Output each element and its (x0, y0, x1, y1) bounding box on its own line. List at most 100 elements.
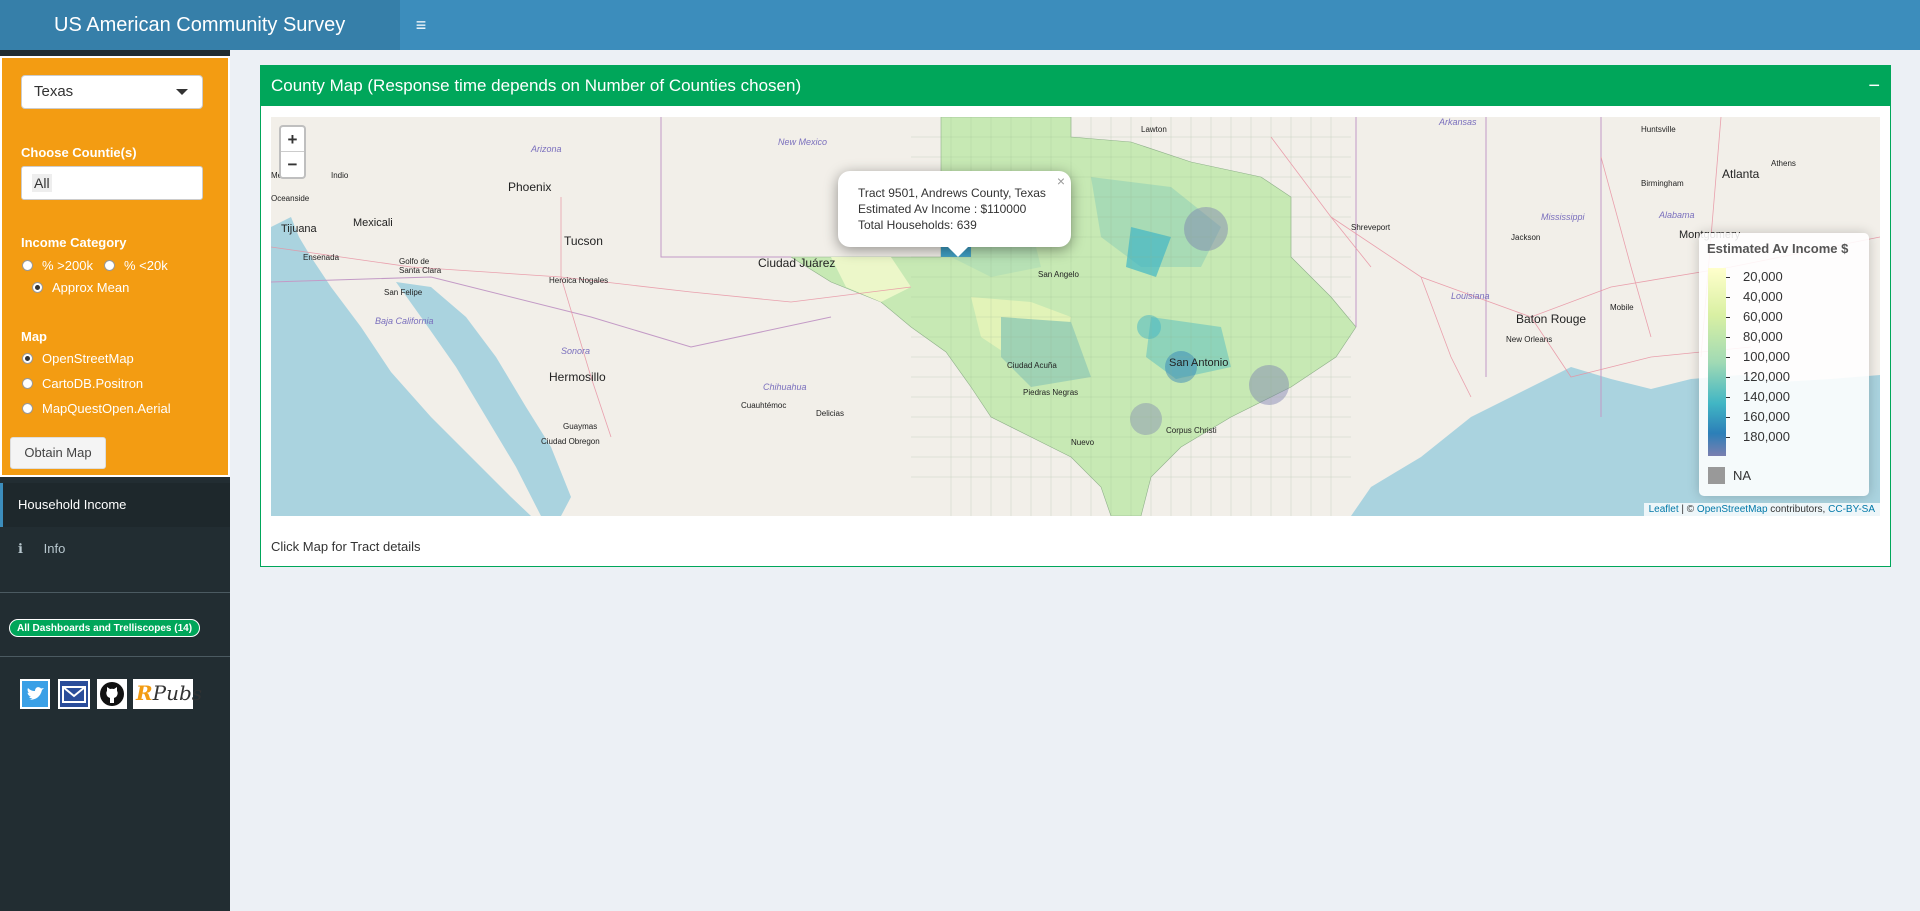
map-label: San Felipe (384, 288, 423, 297)
zoom-in-button[interactable]: + (281, 127, 304, 152)
legend-tick: 80,000 (1726, 329, 1783, 344)
map-label: Lawton (1141, 125, 1167, 134)
map-label: Shreveport (1351, 223, 1391, 232)
income-radio-approx-mean[interactable]: Approx Mean (32, 280, 129, 295)
sidebar-item-info[interactable]: ℹ Info (0, 527, 230, 571)
map-label: Arkansas (1439, 117, 1477, 127)
map-label: San Angelo (1038, 270, 1079, 279)
map-radio-openstreetmap[interactable]: OpenStreetMap (22, 351, 134, 366)
popup-close-icon[interactable]: × (1057, 173, 1065, 189)
map-label: Oceanside (271, 194, 310, 203)
chevron-down-icon (176, 89, 188, 95)
map-radio-cartodb[interactable]: CartoDB.Positron (22, 376, 143, 391)
state-select[interactable]: Texas (21, 75, 203, 109)
map-label: Louisiana (1451, 291, 1490, 301)
county-map-box: County Map (Response time depends on Num… (260, 65, 1891, 567)
map-label: Guaymas (563, 422, 598, 431)
obtain-map-button[interactable]: Obtain Map (10, 437, 106, 469)
map-label: New Mexico (778, 137, 828, 147)
radio-icon (22, 260, 33, 271)
github-icon[interactable] (97, 679, 127, 709)
map-legend: Estimated Av Income $ 20,000 40,000 60,0… (1699, 233, 1869, 496)
map-label: Corpus Christi (1166, 426, 1217, 435)
radio-label: Approx Mean (52, 280, 130, 295)
counties-input-value: All (32, 174, 52, 192)
income-radio-over-200k[interactable]: % >200k (22, 258, 93, 273)
legend-tick: 60,000 (1726, 309, 1783, 324)
leaflet-link[interactable]: Leaflet (1649, 504, 1679, 515)
legend-title: Estimated Av Income $ (1707, 241, 1849, 256)
map-label: Baton Rouge (1516, 312, 1587, 326)
box-header: County Map (Response time depends on Num… (261, 66, 1890, 106)
map-label: Baja California (375, 316, 434, 326)
map-label: Ciudad Obregon (541, 437, 600, 446)
sidebar-toggle-icon[interactable]: ≡ (400, 0, 442, 50)
map-label: Atlanta (1722, 167, 1760, 181)
map-label: Map (21, 329, 47, 344)
counties-label: Choose Countie(s) (21, 145, 137, 160)
map-attribution: Leaflet | © OpenStreetMap contributors, … (1643, 503, 1880, 516)
map-label: Cuauhtémoc (741, 401, 787, 410)
map-basemap (271, 117, 1880, 516)
map-label: Phoenix (508, 180, 552, 194)
map-label: Nuevo (1071, 438, 1095, 447)
map-label: Sonora (561, 346, 591, 356)
map-label: Ciudad Acuña (1007, 361, 1057, 370)
divider (0, 656, 230, 657)
collapse-button[interactable]: − (1868, 66, 1880, 106)
legend-tick: 160,000 (1726, 409, 1790, 424)
license-link[interactable]: CC-BY-SA (1828, 504, 1875, 515)
app-title: US American Community Survey (0, 0, 400, 50)
sidebar-item-label: Info (43, 541, 66, 556)
map-label: Mississippi (1541, 212, 1585, 222)
map-label: Chihuahua (763, 382, 807, 392)
sidebar-controls-panel: Texas Choose Countie(s) All Income Categ… (0, 56, 230, 477)
attribution-text: contributors, (1767, 504, 1829, 515)
map-label: Hermosillo (549, 370, 606, 384)
counties-input[interactable]: All (21, 166, 203, 200)
map-radio-mapquest[interactable]: MapQuestOpen.Aerial (22, 401, 171, 416)
radio-selected-icon (22, 353, 33, 364)
income-category-label: Income Category (21, 235, 127, 250)
legend-tick: 180,000 (1726, 429, 1790, 444)
legend-tick: 40,000 (1726, 289, 1783, 304)
income-radio-under-20k[interactable]: % <20k (104, 258, 168, 273)
map-label: Arizona (531, 144, 562, 154)
box-title: County Map (Response time depends on Num… (271, 76, 802, 95)
legend-na-label: NA (1733, 468, 1752, 483)
map-hint-text: Click Map for Tract details (271, 539, 421, 554)
map-label: Athens (1771, 159, 1796, 168)
attribution-text: | © (1678, 504, 1697, 515)
radio-icon (22, 403, 33, 414)
info-icon: ℹ (18, 541, 23, 556)
rpubs-logo[interactable]: RPubs (133, 679, 202, 709)
tract-popup: × Tract 9501, Andrews County, Texas Esti… (838, 171, 1071, 257)
legend-na-swatch (1708, 467, 1725, 484)
map-label: San Antonio (1169, 357, 1229, 369)
legend-tick: 100,000 (1726, 349, 1790, 364)
map-label: Indio (331, 171, 349, 180)
map-label: Jackson (1511, 233, 1541, 242)
map-label: Piedras Negras (1023, 388, 1079, 397)
radio-label: OpenStreetMap (42, 351, 134, 366)
leaflet-map[interactable]: Tijuana Mexicali Phoenix Tucson Ciudad J… (271, 117, 1880, 516)
popup-tract-line: Tract 9501, Andrews County, Texas (858, 186, 1046, 200)
map-label: Heroica Nogales (549, 276, 609, 285)
dashboards-badge[interactable]: All Dashboards and Trelliscopes (14) (9, 619, 201, 637)
radio-label: % >200k (42, 258, 93, 273)
osm-link[interactable]: OpenStreetMap (1697, 504, 1768, 515)
mail-icon[interactable] (58, 679, 90, 709)
top-navbar: US American Community Survey ≡ (0, 0, 1920, 50)
map-label: Tijuana (281, 223, 317, 235)
map-label: Delicias (816, 409, 845, 418)
map-label: Ciudad Juárez (758, 256, 836, 270)
twitter-icon[interactable] (20, 679, 50, 709)
sidebar-item-household-income[interactable]: Household Income (0, 483, 230, 527)
radio-icon (104, 260, 115, 271)
radio-label: % <20k (124, 258, 168, 273)
divider (0, 592, 230, 593)
radio-label: CartoDB.Positron (42, 376, 144, 391)
zoom-out-button[interactable]: − (281, 152, 304, 177)
map-label: Alabama (1659, 210, 1695, 220)
map-label: Birmingham (1641, 179, 1684, 188)
